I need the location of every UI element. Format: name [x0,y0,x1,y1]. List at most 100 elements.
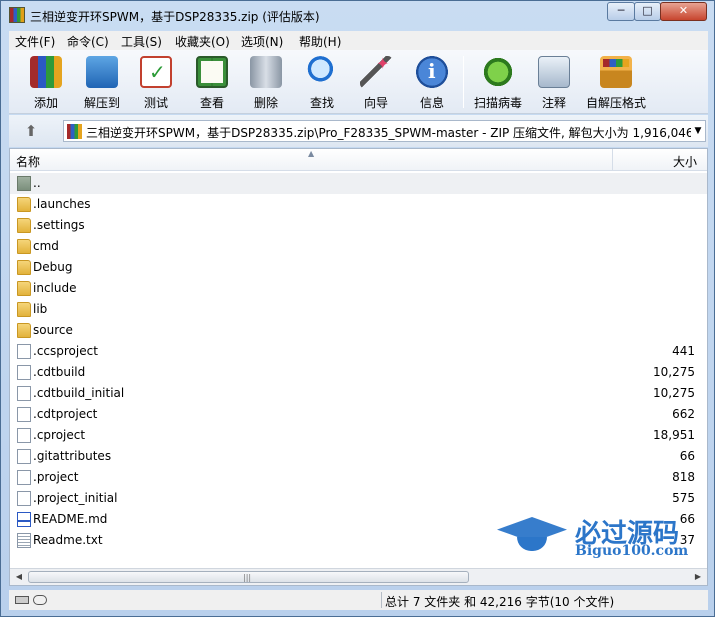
close-button[interactable]: ✕ [660,2,707,21]
wizard-label: 向导 [363,96,388,110]
key-icon[interactable] [33,595,47,605]
find-label: 查找 [309,96,334,110]
item-size: 818 [672,470,695,484]
list-item[interactable]: .cdtbuild_initial 10,275 [10,383,707,404]
item-size: 575 [672,491,695,505]
column-header-name[interactable]: 名称 [16,153,40,170]
item-size: 10,275 [653,386,695,400]
status-bar: 总计 7 文件夹 和 42,216 字节(10 个文件) [9,590,708,610]
item-name: .project [33,470,79,484]
column-divider[interactable] [612,149,613,171]
archive-icon [67,124,82,139]
folder-icon [17,323,31,338]
list-item[interactable]: .launches [10,194,707,215]
text-file-icon [17,533,31,548]
menu-tools[interactable]: 工具(S) [121,33,162,50]
list-item[interactable]: .gitattributes 66 [10,446,707,467]
item-name: .cdtproject [33,407,98,421]
window-title: 三相逆变开环SPWM，基于DSP28335.zip (评估版本) [30,10,320,24]
toolbar: 添加 解压到 测试 查看 删除 查找 向导 信息 [9,50,708,114]
list-item-parent[interactable]: .. [10,173,707,194]
minimize-button[interactable]: ─ [607,2,635,21]
graduation-cap-base [517,537,547,551]
file-icon [17,407,31,422]
list-item[interactable]: .cproject 18,951 [10,425,707,446]
item-name: lib [33,302,48,316]
folder-icon [17,302,31,317]
maximize-button[interactable]: □ [634,2,661,21]
menu-help[interactable]: 帮助(H) [299,33,341,50]
list-item[interactable]: .project_initial 575 [10,488,707,509]
add-button[interactable]: 添加 [19,54,73,112]
list-item[interactable]: .project 818 [10,467,707,488]
folder-icon [17,281,31,296]
scroll-left-arrow[interactable]: ◀ [11,570,27,584]
menu-favorites[interactable]: 收藏夹(O) [175,33,230,50]
item-name: .gitattributes [33,449,112,463]
sort-ascending-icon: ▲ [308,149,315,158]
up-folder-button[interactable]: ⬆ [21,121,41,141]
item-name: cmd [33,239,59,253]
winrar-app-icon[interactable] [9,7,25,23]
view-button[interactable]: 查看 [185,54,239,112]
trash-icon [250,56,282,88]
status-icons [15,595,51,605]
sfx-button[interactable]: 自解压格式 [586,54,646,112]
wizard-button[interactable]: 向导 [349,54,403,112]
item-name: Debug [33,260,73,274]
scrollbar-grip-icon: ||| [243,573,252,582]
drive-icon[interactable] [15,596,29,604]
extract-folder-icon [86,56,118,88]
add-label: 添加 [33,96,58,110]
list-item[interactable]: lib [10,299,707,320]
item-size: 66 [679,449,695,463]
comment-icon [538,56,570,88]
list-item[interactable]: .cdtbuild 10,275 [10,362,707,383]
list-item[interactable]: .settings [10,215,707,236]
file-icon [17,428,31,443]
virus-scan-label: 扫描病毒 [473,96,522,110]
extract-to-button[interactable]: 解压到 [75,54,129,112]
item-name: include [33,281,77,295]
test-checklist-icon [140,56,172,88]
column-header-size[interactable]: 大小 [673,153,697,170]
menu-bar: 文件(F) 命令(C) 工具(S) 收藏夹(O) 选项(N) 帮助(H) [9,31,708,50]
delete-button[interactable]: 删除 [239,54,293,112]
view-book-icon [196,56,228,88]
item-size: 441 [672,344,695,358]
folder-icon [17,218,31,233]
info-button[interactable]: 信息 [405,54,459,112]
scrollbar-thumb[interactable]: ||| [28,571,469,583]
scroll-right-arrow[interactable]: ▶ [690,570,706,584]
info-icon [416,56,448,88]
address-field[interactable]: 三相逆变开环SPWM，基于DSP28335.zip\Pro_F28335_SPW… [63,120,706,142]
address-dropdown-button[interactable]: ▼ [691,121,705,141]
list-item[interactable]: .cdtproject 662 [10,404,707,425]
item-name: .project_initial [33,491,118,505]
list-item[interactable]: .ccsproject 441 [10,341,707,362]
sfx-label: 自解压格式 [585,96,646,110]
menu-commands[interactable]: 命令(C) [67,33,109,50]
item-name: .cproject [33,428,86,442]
list-item[interactable]: include [10,278,707,299]
magnifier-icon [306,56,338,88]
file-icon [17,386,31,401]
find-button[interactable]: 查找 [295,54,349,112]
menu-file[interactable]: 文件(F) [15,33,55,50]
title-bar[interactable]: 三相逆变开环SPWM，基于DSP28335.zip (评估版本) ─ □ ✕ [1,1,714,31]
item-name: source [33,323,73,337]
virus-scan-button[interactable]: 扫描病毒 [471,54,525,112]
item-size: 10,275 [653,365,695,379]
address-bar: ⬆ 三相逆变开环SPWM，基于DSP28335.zip\Pro_F28335_S… [9,115,708,147]
test-button[interactable]: 测试 [129,54,183,112]
watermark-logo: 必过源码 Biguo100.com [497,511,707,571]
status-summary: 总计 7 文件夹 和 42,216 字节(10 个文件) [385,595,615,609]
extract-to-label: 解压到 [83,96,120,110]
info-label: 信息 [419,96,444,110]
list-item[interactable]: Debug [10,257,707,278]
list-item[interactable]: source [10,320,707,341]
menu-options[interactable]: 选项(N) [241,33,283,50]
item-name: .ccsproject [33,344,98,358]
list-item[interactable]: cmd [10,236,707,257]
comment-button[interactable]: 注释 [527,54,581,112]
